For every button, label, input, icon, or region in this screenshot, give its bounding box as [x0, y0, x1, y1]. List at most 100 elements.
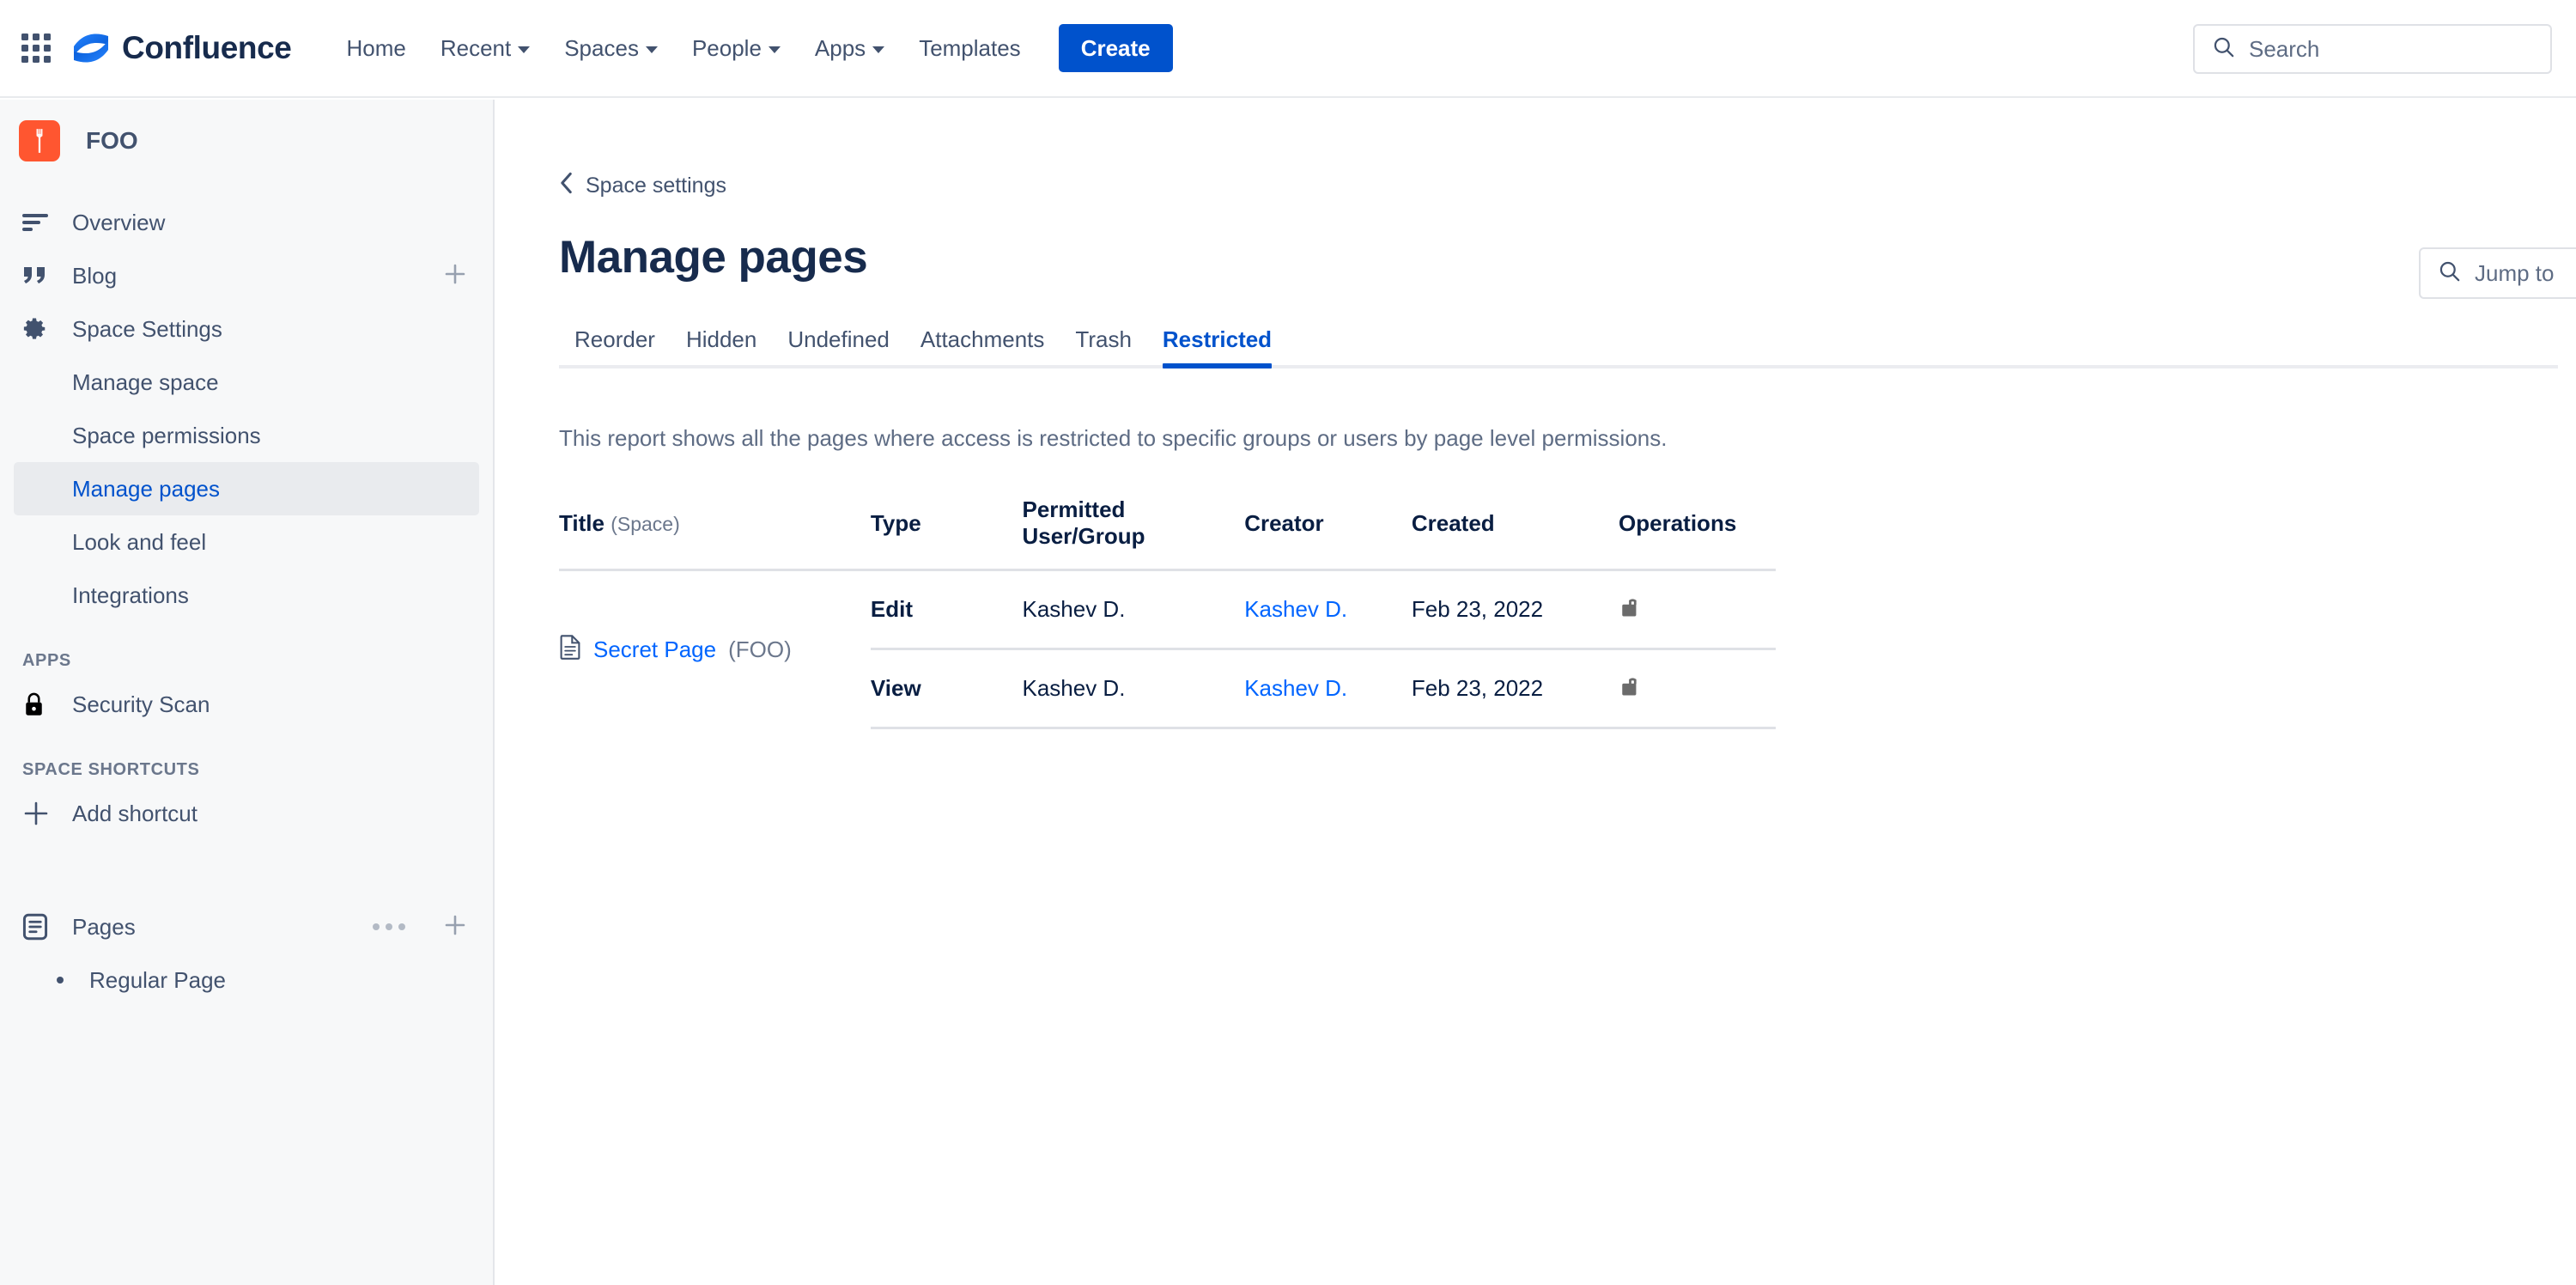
primary-nav-links: Home Recent Spaces People Apps Templates…	[329, 21, 1173, 76]
space-shortcuts-heading: SPACE SHORTCUTS	[22, 760, 200, 779]
nav-item-templates[interactable]: Templates	[902, 21, 1038, 76]
sidebar-item-space-permissions-label: Space permissions	[72, 422, 261, 448]
nav-item-spaces-label: Spaces	[564, 35, 639, 61]
chevron-left-icon	[559, 172, 574, 200]
cell-type: Edit	[870, 569, 1023, 650]
gear-icon	[22, 316, 60, 342]
jump-to-input[interactable]: Jump to	[2419, 247, 2576, 299]
sidebar-nav: Overview Blog Space Settings Manage spac…	[0, 196, 493, 1007]
sidebar-item-manage-space-label: Manage space	[72, 368, 219, 395]
global-search-input[interactable]: Search	[2193, 24, 2552, 74]
tab-hidden-label: Hidden	[685, 326, 757, 352]
page-document-icon	[559, 634, 581, 666]
chevron-down-icon	[645, 46, 658, 53]
creator-link[interactable]: Kashev D.	[1244, 596, 1347, 622]
tab-trash[interactable]: Trash	[1060, 326, 1147, 368]
manage-pages-tabs: Reorder Hidden Undefined Attachments Tra…	[559, 326, 2576, 368]
nav-item-people[interactable]: People	[675, 21, 798, 76]
page-tree-item-regular-page[interactable]: Regular Page	[14, 953, 479, 1007]
column-header-created: Created	[1411, 496, 1619, 571]
tab-trash-label: Trash	[1075, 326, 1132, 352]
column-header-title-space: (Space)	[611, 512, 680, 535]
nav-item-people-label: People	[691, 35, 762, 61]
sidebar-item-space-permissions[interactable]: Space permissions	[14, 409, 479, 462]
space-avatar-wrench-icon	[19, 120, 60, 161]
cell-page-title: Secret Page (FOO)	[559, 570, 871, 728]
cell-creator: Kashev D.	[1244, 569, 1412, 650]
sidebar-item-manage-space[interactable]: Manage space	[14, 356, 479, 409]
nav-item-templates-label: Templates	[919, 35, 1021, 61]
cell-permitted-user: Kashev D.	[1022, 569, 1245, 650]
nav-item-recent[interactable]: Recent	[423, 21, 547, 76]
sidebar-item-blog[interactable]: Blog	[14, 249, 479, 302]
sidebar-item-pages-label: Pages	[72, 913, 136, 940]
confluence-logo-icon	[72, 30, 110, 66]
sidebar-item-security-scan-label: Security Scan	[72, 691, 210, 717]
table-header: Title (Space) Type Permitted User/Group …	[559, 496, 1776, 571]
tab-attachments[interactable]: Attachments	[905, 326, 1060, 368]
page-title-link[interactable]: Secret Page	[593, 636, 716, 663]
column-header-title-label: Title	[559, 509, 605, 536]
nav-item-apps[interactable]: Apps	[798, 21, 902, 76]
creator-link[interactable]: Kashev D.	[1244, 675, 1347, 701]
tab-restricted-label: Restricted	[1162, 326, 1273, 352]
tab-restricted[interactable]: Restricted	[1147, 326, 1287, 368]
sidebar-item-integrations-label: Integrations	[72, 582, 189, 608]
search-icon	[2438, 259, 2461, 287]
nav-item-home-label: Home	[346, 35, 406, 61]
unlock-icon[interactable]	[1619, 594, 1776, 625]
nav-item-home[interactable]: Home	[329, 21, 422, 76]
bullet-icon	[57, 977, 64, 984]
sidebar-item-space-settings[interactable]: Space Settings	[14, 302, 479, 356]
tab-hidden[interactable]: Hidden	[671, 326, 772, 368]
page-title: Manage pages	[559, 232, 868, 283]
space-name: FOO	[86, 127, 138, 154]
restricted-pages-table: Title (Space) Type Permitted User/Group …	[559, 496, 1776, 729]
report-description: This report shows all the pages where ac…	[559, 425, 1668, 451]
apps-section-heading: APPS	[22, 651, 71, 670]
search-icon	[2212, 35, 2235, 63]
sidebar-item-space-settings-label: Space Settings	[72, 315, 222, 342]
tab-reorder-label: Reorder	[574, 326, 655, 352]
pages-more-actions-icon[interactable]	[373, 923, 405, 930]
sidebar-item-blog-label: Blog	[72, 262, 118, 289]
back-to-space-settings-link[interactable]: Space settings	[559, 172, 726, 200]
sidebar-item-look-and-feel-label: Look and feel	[72, 528, 207, 555]
column-header-title: Title (Space)	[559, 496, 871, 571]
sidebar-item-manage-pages[interactable]: Manage pages	[14, 462, 479, 515]
create-button[interactable]: Create	[1058, 24, 1173, 72]
add-shortcut-button[interactable]: Add shortcut	[14, 787, 479, 840]
app-switcher-icon[interactable]	[19, 31, 53, 65]
overview-lines-icon	[22, 213, 60, 232]
sidebar-item-integrations[interactable]: Integrations	[14, 569, 479, 622]
chevron-down-icon	[768, 46, 781, 53]
cell-created-date: Feb 23, 2022	[1411, 569, 1619, 650]
table-body: Secret Page (FOO) Edit Kashev D. Kashev …	[559, 569, 1776, 729]
table-row: Secret Page (FOO) Edit Kashev D. Kashev …	[559, 569, 1776, 662]
column-header-creator: Creator	[1244, 496, 1412, 571]
sidebar-item-manage-pages-label: Manage pages	[72, 475, 221, 502]
column-header-operations: Operations	[1619, 496, 1776, 571]
global-search-placeholder: Search	[2249, 35, 2320, 62]
tab-reorder[interactable]: Reorder	[559, 326, 671, 368]
cell-creator: Kashev D.	[1244, 649, 1412, 729]
main-content: Space settings Manage pages Reorder Hidd…	[496, 100, 2576, 1285]
confluence-home-link[interactable]: Confluence	[72, 30, 292, 66]
page-space-key: (FOO)	[728, 636, 792, 662]
add-blog-post-icon[interactable]	[443, 262, 467, 290]
sidebar-item-look-and-feel[interactable]: Look and feel	[14, 515, 479, 569]
sidebar-item-security-scan[interactable]: Security Scan	[14, 678, 479, 731]
unlock-icon[interactable]	[1619, 673, 1776, 704]
nav-item-spaces[interactable]: Spaces	[547, 21, 675, 76]
sidebar-item-overview[interactable]: Overview	[14, 196, 479, 249]
lock-icon	[22, 691, 60, 717]
cell-created-date: Feb 23, 2022	[1411, 649, 1619, 729]
tab-attachments-label: Attachments	[920, 326, 1045, 352]
sidebar-item-pages[interactable]: Pages	[14, 900, 479, 953]
tab-undefined[interactable]: Undefined	[772, 326, 905, 368]
space-header[interactable]: FOO	[0, 100, 493, 182]
add-shortcut-label: Add shortcut	[72, 800, 197, 826]
table-header-row: Title (Space) Type Permitted User/Group …	[559, 496, 1776, 571]
add-page-icon[interactable]	[443, 913, 467, 941]
plus-icon	[22, 800, 60, 827]
